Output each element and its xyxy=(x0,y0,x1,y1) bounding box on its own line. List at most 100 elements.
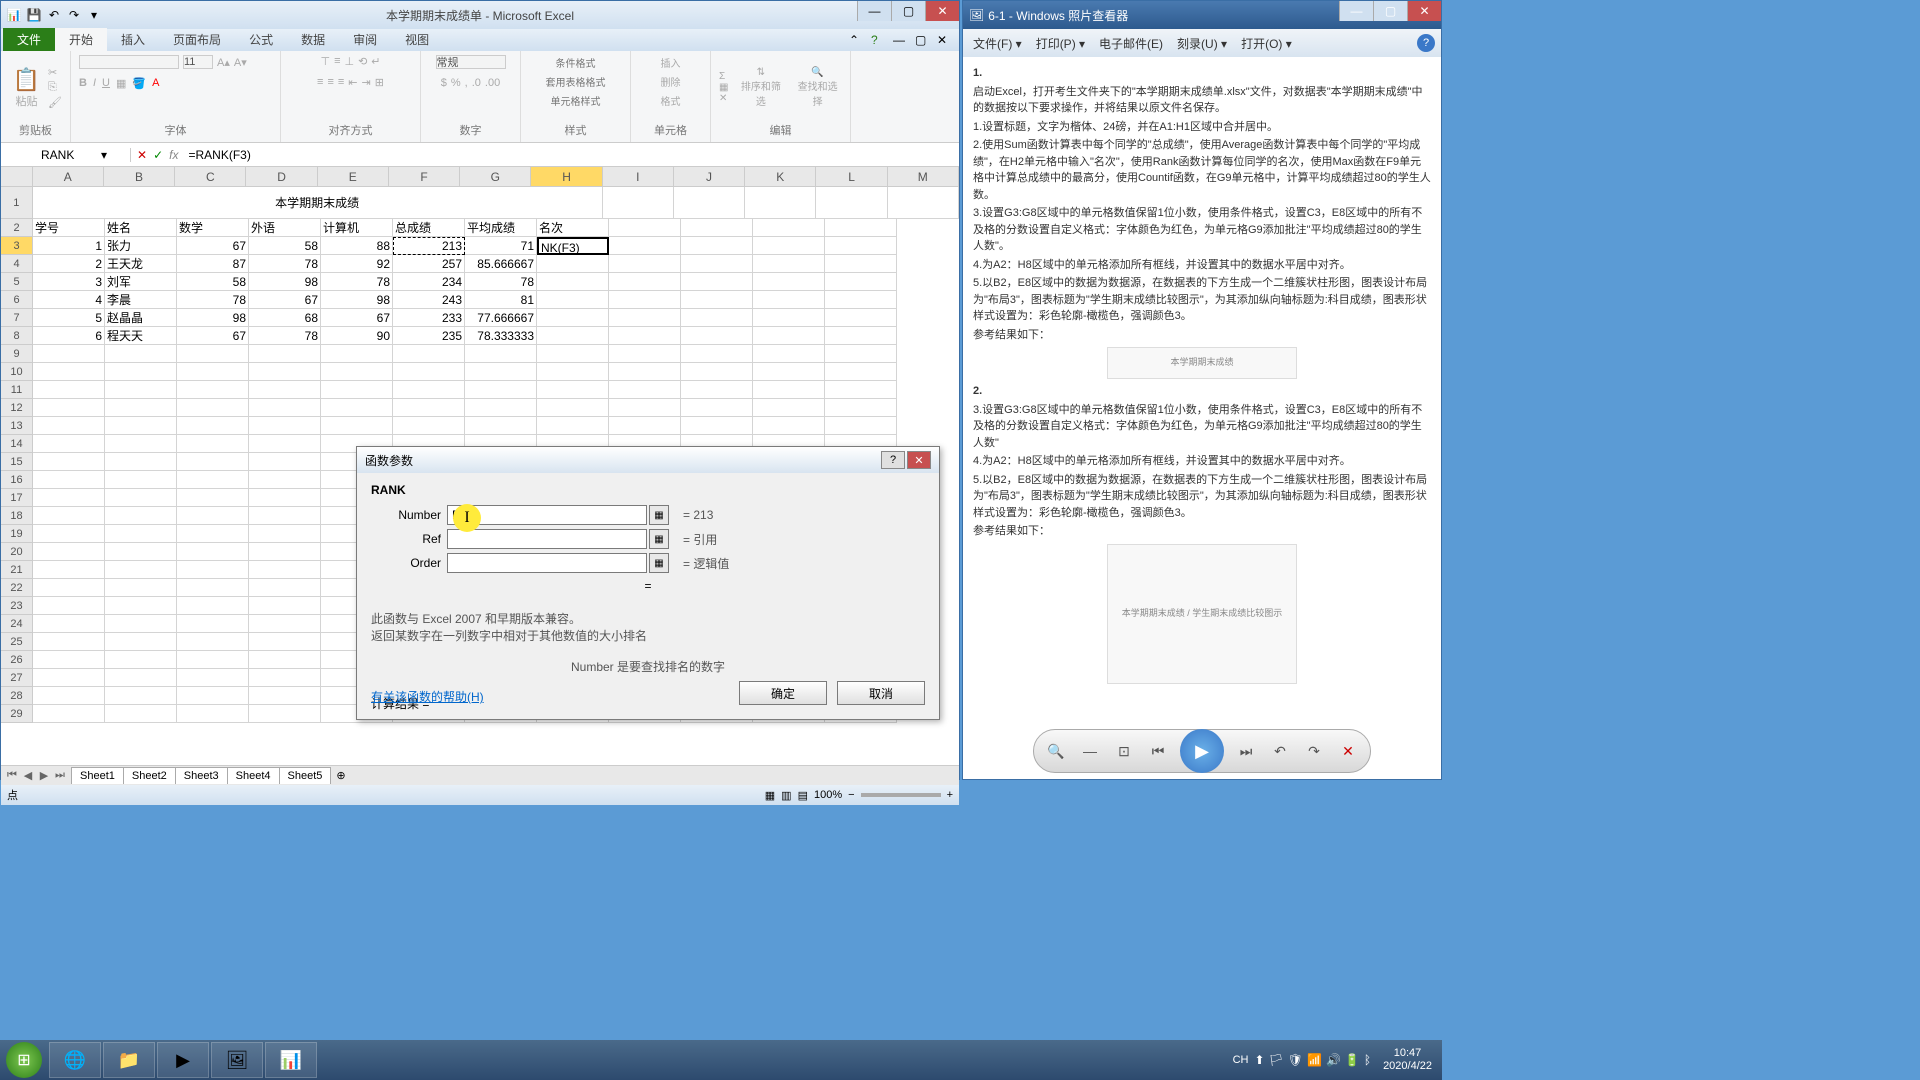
underline-icon[interactable]: U xyxy=(102,77,110,90)
copy-icon[interactable]: ⎘ xyxy=(48,81,62,94)
bold-icon[interactable]: B xyxy=(79,77,87,90)
fit-icon[interactable]: ⊡ xyxy=(1112,739,1136,763)
col-E[interactable]: E xyxy=(318,167,389,186)
menu-email[interactable]: 电子邮件(E) xyxy=(1093,33,1169,54)
sheet-tab[interactable]: Sheet2 xyxy=(123,767,176,784)
tray-bt-icon[interactable]: ᛒ xyxy=(1364,1053,1371,1067)
workbook-min-icon[interactable]: — xyxy=(893,33,911,51)
border-icon[interactable]: ▦ xyxy=(116,77,126,90)
tray-volume-icon[interactable]: 🔊 xyxy=(1326,1053,1341,1067)
col-G[interactable]: G xyxy=(460,167,531,186)
paste-icon[interactable]: 📋 xyxy=(9,67,44,93)
dec-dec-icon[interactable]: .00 xyxy=(485,77,500,89)
increase-font-icon[interactable]: A▴ xyxy=(217,56,230,69)
taskbar-ie[interactable]: 🌐 xyxy=(49,1042,101,1078)
currency-icon[interactable]: $ xyxy=(441,77,447,89)
merge-icon[interactable]: ⊞ xyxy=(375,76,384,89)
minimize-button[interactable]: — xyxy=(1339,1,1373,21)
zoom-out-icon[interactable]: 🔍 xyxy=(1044,739,1068,763)
workbook-max-icon[interactable]: ▢ xyxy=(915,33,933,51)
tab-insert[interactable]: 插入 xyxy=(107,28,159,51)
clear-icon[interactable]: ✕ xyxy=(719,93,728,104)
col-I[interactable]: I xyxy=(603,167,674,186)
namebox-input[interactable] xyxy=(41,148,101,162)
dialog-titlebar[interactable]: 函数参数 ?✕ xyxy=(357,447,939,473)
tray-network-icon[interactable]: 📶 xyxy=(1307,1053,1322,1067)
tray-icon[interactable]: ⬆ xyxy=(1254,1053,1264,1067)
maximize-button[interactable]: ▢ xyxy=(891,1,925,21)
cancel-formula-icon[interactable]: ✕ xyxy=(137,148,147,162)
zoom-in-icon[interactable]: + xyxy=(947,789,953,801)
tray-shield-icon[interactable]: 🛡 xyxy=(1288,1053,1303,1067)
sheet-last-icon[interactable]: ⏭ xyxy=(53,769,67,782)
align-bot-icon[interactable]: ⊥ xyxy=(344,55,354,68)
select-all-corner[interactable] xyxy=(1,167,33,186)
rotate-ccw-icon[interactable]: ↶ xyxy=(1268,739,1292,763)
view-break-icon[interactable]: ▤ xyxy=(798,789,808,802)
rotate-cw-icon[interactable]: ↷ xyxy=(1302,739,1326,763)
menu-print[interactable]: 打印(P) ▾ xyxy=(1030,33,1091,54)
taskbar-photos[interactable]: 🖼 xyxy=(211,1042,263,1078)
sheet-tab[interactable]: Sheet3 xyxy=(175,767,228,784)
insert-cells-button[interactable]: 插入 xyxy=(661,55,681,70)
taskbar-excel[interactable]: 📊 xyxy=(265,1042,317,1078)
sheet-tab[interactable]: Sheet5 xyxy=(279,767,332,784)
delete-cells-button[interactable]: 删除 xyxy=(661,74,681,89)
tab-view[interactable]: 视图 xyxy=(391,28,443,51)
cut-icon[interactable]: ✂ xyxy=(48,66,62,79)
minimize-ribbon-icon[interactable]: ⌃ xyxy=(849,33,867,51)
sheet-tab[interactable]: Sheet4 xyxy=(227,767,280,784)
row-header[interactable]: 1 xyxy=(1,187,33,219)
cond-format-button[interactable]: 条件格式 xyxy=(556,55,596,70)
tray-battery-icon[interactable]: 🔋 xyxy=(1345,1053,1360,1067)
dec-inc-icon[interactable]: .0 xyxy=(472,77,481,89)
autosum-icon[interactable]: Σ xyxy=(719,71,728,82)
dialog-close-icon[interactable]: ✕ xyxy=(907,451,931,469)
view-layout-icon[interactable]: ▥ xyxy=(781,789,791,802)
decrease-font-icon[interactable]: A▾ xyxy=(234,56,247,69)
comma-icon[interactable]: , xyxy=(465,77,468,89)
fill-color-icon[interactable]: 🪣 xyxy=(132,77,146,90)
cell-style-button[interactable]: 单元格样式 xyxy=(551,93,601,108)
redo-icon[interactable]: ↷ xyxy=(65,6,83,24)
workbook-close-icon[interactable]: ✕ xyxy=(937,33,955,51)
active-cell[interactable]: NK(F3) xyxy=(537,237,609,255)
col-B[interactable]: B xyxy=(104,167,175,186)
sheet-tab[interactable]: Sheet1 xyxy=(71,767,124,784)
save-icon[interactable]: 💾 xyxy=(25,6,43,24)
taskbar-media[interactable]: ▶ xyxy=(157,1042,209,1078)
delete-icon[interactable]: ✕ xyxy=(1336,739,1360,763)
start-button[interactable]: ⊞ xyxy=(0,1040,48,1080)
formula-input[interactable] xyxy=(184,148,959,162)
number-input[interactable] xyxy=(447,505,647,525)
tab-layout[interactable]: 页面布局 xyxy=(159,28,235,51)
col-L[interactable]: L xyxy=(816,167,887,186)
find-select-icon[interactable]: 🔍 xyxy=(793,67,842,78)
table-format-button[interactable]: 套用表格格式 xyxy=(546,74,606,89)
cancel-button[interactable]: 取消 xyxy=(837,681,925,705)
align-right-icon[interactable]: ≡ xyxy=(338,76,344,89)
fx-icon[interactable]: fx xyxy=(169,148,178,162)
indent-inc-icon[interactable]: ⇥ xyxy=(362,76,371,89)
prev-icon[interactable]: ⏮ xyxy=(1146,739,1170,763)
zoom-slider-icon[interactable]: — xyxy=(1078,739,1102,763)
minimize-button[interactable]: — xyxy=(857,1,891,21)
menu-file[interactable]: 文件(F) ▾ xyxy=(967,33,1028,54)
align-left-icon[interactable]: ≡ xyxy=(317,76,323,89)
tray-clock[interactable]: 10:47 2020/4/22 xyxy=(1377,1047,1438,1073)
collapse-icon[interactable]: ▦ xyxy=(649,529,669,549)
col-M[interactable]: M xyxy=(888,167,959,186)
align-mid-icon[interactable]: ≡ xyxy=(334,55,340,68)
sheet-prev-icon[interactable]: ◀ xyxy=(21,769,35,782)
namebox-dropdown-icon[interactable]: ▾ xyxy=(101,148,107,162)
undo-icon[interactable]: ↶ xyxy=(45,6,63,24)
align-top-icon[interactable]: ⊤ xyxy=(320,55,330,68)
sheet-first-icon[interactable]: ⏮ xyxy=(5,769,19,782)
tray-flag-icon[interactable]: 🏳 xyxy=(1269,1053,1284,1067)
tab-file[interactable]: 文件 xyxy=(3,28,55,51)
col-K[interactable]: K xyxy=(745,167,816,186)
wrap-icon[interactable]: ↵ xyxy=(371,55,380,68)
close-button[interactable]: ✕ xyxy=(1407,1,1441,21)
maximize-button[interactable]: ▢ xyxy=(1373,1,1407,21)
col-A[interactable]: A xyxy=(33,167,104,186)
